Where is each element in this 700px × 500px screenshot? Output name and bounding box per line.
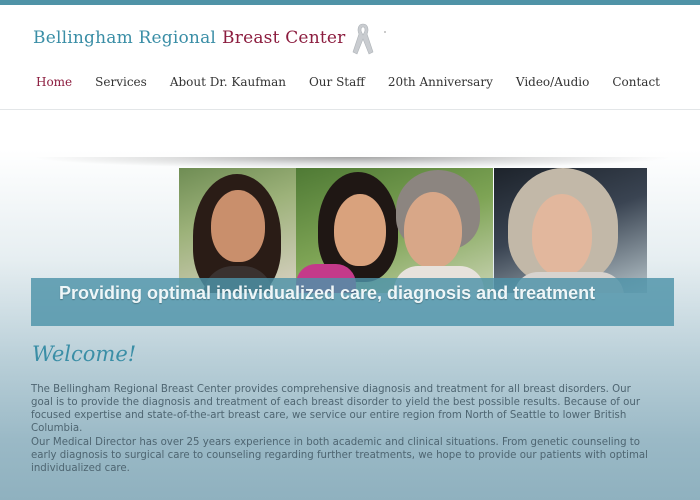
decorative-dot xyxy=(384,31,386,33)
hero-photo-woman-3 xyxy=(494,168,647,293)
pink-ribbon-icon xyxy=(353,23,374,55)
logo-text-regional: Bellingham Regional xyxy=(33,28,217,48)
logo-text-breast-center: Breast Center xyxy=(222,28,346,48)
nav-about-dr-kaufman[interactable]: About Dr. Kaufman xyxy=(170,75,286,89)
welcome-heading: Welcome! xyxy=(32,342,137,366)
nav-our-staff[interactable]: Our Staff xyxy=(309,75,365,89)
nav-contact[interactable]: Contact xyxy=(612,75,660,89)
hero-photo-strip xyxy=(179,168,647,293)
hero-banner: Providing optimal individualized care, d… xyxy=(31,278,674,326)
nav-20th-anniversary[interactable]: 20th Anniversary xyxy=(388,75,493,89)
hero-photo-woman-1 xyxy=(179,168,296,293)
hero-photo-women-pair xyxy=(296,168,493,293)
nav-services[interactable]: Services xyxy=(95,75,147,89)
nav-video-audio[interactable]: Video/Audio xyxy=(516,75,589,89)
main-navigation: Home Services About Dr. Kaufman Our Staf… xyxy=(36,75,660,89)
hero-tagline: Providing optimal individualized care, d… xyxy=(59,283,596,303)
site-logo[interactable]: Bellingham Regional Breast Center xyxy=(33,21,377,55)
site-header: Bellingham Regional Breast Center Home S… xyxy=(0,5,700,110)
nav-home[interactable]: Home xyxy=(36,75,72,89)
intro-paragraph: The Bellingham Regional Breast Center pr… xyxy=(31,384,641,434)
medical-director-paragraph: Our Medical Director has over 25 years e… xyxy=(31,437,648,474)
